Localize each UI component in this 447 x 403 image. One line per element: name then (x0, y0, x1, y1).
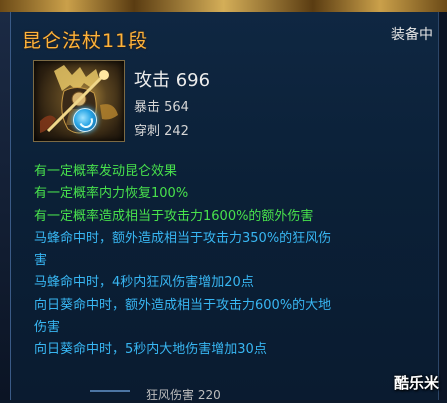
wind-damage-stat: 狂风伤害 220 (146, 388, 221, 402)
effect-line: 向日葵命中时，5秒内大地伤害增加30点 (34, 342, 267, 358)
item-title: 昆仑法杖11段 (22, 30, 149, 52)
attack-stat: 攻击 696 (134, 70, 211, 91)
swirl-badge-icon (73, 108, 97, 132)
effect-line: 马蜂命中时，额外造成相当于攻击力350%的狂风伤 (34, 230, 332, 246)
crit-stat: 暴击 564 (134, 100, 189, 115)
effect-line: 马蜂命中时，4秒内狂风伤害增加20点 (34, 275, 254, 291)
right-window-edge (438, 12, 447, 400)
left-window-edge (0, 12, 11, 400)
effect-line: 有一定概率内力恢复100% (34, 186, 189, 202)
effect-list: 有一定概率发动昆仑效果 有一定概率内力恢复100% 有一定概率造成相当于攻击力1… (34, 161, 434, 362)
site-watermark: 酷乐米 (393, 374, 439, 392)
effect-line: 伤害 (34, 320, 61, 336)
effect-line: 有一定概率造成相当于攻击力1600%的额外伤害 (34, 208, 314, 224)
bottom-divider (90, 390, 130, 402)
equipped-status: 装备中 (391, 27, 433, 43)
effect-line: 向日葵命中时，额外造成相当于攻击力600%的大地 (34, 297, 332, 313)
effect-line: 有一定概率发动昆仑效果 (34, 164, 178, 179)
pierce-stat: 穿刺 242 (134, 124, 189, 139)
effect-line: 害 (34, 253, 48, 269)
